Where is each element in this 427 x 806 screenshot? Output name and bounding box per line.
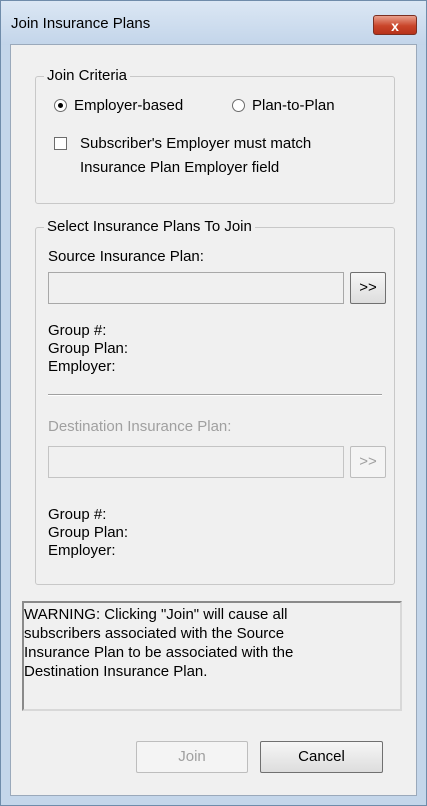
source-plan-field[interactable] xyxy=(48,272,344,304)
plans-separator xyxy=(48,394,382,396)
join-criteria-group: Join Criteria Employer-based Plan-to-Pla… xyxy=(35,67,395,204)
select-plans-group: Select Insurance Plans To Join Source In… xyxy=(35,218,395,585)
join-button[interactable]: Join xyxy=(136,741,248,773)
join-criteria-legend: Join Criteria xyxy=(44,67,131,85)
destination-plan-field[interactable] xyxy=(48,446,344,478)
source-group-plan-label: Group Plan: xyxy=(48,340,129,357)
destination-group-number-label: Group #: xyxy=(48,506,107,523)
source-employer-label: Employer: xyxy=(48,358,116,375)
close-icon: x xyxy=(391,18,399,34)
title-bar: Join Insurance Plans x xyxy=(1,1,426,45)
radio-plan-to-plan-label: Plan-to-Plan xyxy=(252,97,335,114)
destination-plan-label: Destination Insurance Plan: xyxy=(48,418,232,435)
radio-plan-to-plan[interactable]: Plan-to-Plan xyxy=(232,95,382,117)
employer-match-label-line2: Insurance Plan Employer field xyxy=(80,159,280,176)
radio-plan-to-plan-indicator[interactable] xyxy=(232,99,245,112)
destination-employer-label: Employer: xyxy=(48,542,116,559)
radio-employer-based-indicator[interactable] xyxy=(54,99,67,112)
employer-match-label-line1: Subscriber's Employer must match xyxy=(80,135,312,152)
source-group-number-label: Group #: xyxy=(48,322,107,339)
employer-match-checkbox[interactable]: Subscriber's Employer must match Insuran… xyxy=(54,133,384,183)
radio-employer-based[interactable]: Employer-based xyxy=(54,95,224,117)
cancel-button[interactable]: Cancel xyxy=(260,741,383,773)
window-title: Join Insurance Plans xyxy=(11,15,151,32)
close-button[interactable]: x xyxy=(373,15,417,35)
source-plan-label: Source Insurance Plan: xyxy=(48,248,204,265)
select-plans-legend: Select Insurance Plans To Join xyxy=(44,218,255,236)
destination-browse-button[interactable]: >> xyxy=(350,446,386,478)
warning-text-box: WARNING: Clicking "Join" will cause all … xyxy=(22,601,402,711)
radio-employer-based-label: Employer-based xyxy=(74,97,184,114)
employer-match-checkbox-box[interactable] xyxy=(54,137,67,150)
radio-selected-dot xyxy=(58,103,63,108)
destination-group-plan-label: Group Plan: xyxy=(48,524,129,541)
source-browse-button[interactable]: >> xyxy=(350,272,386,304)
